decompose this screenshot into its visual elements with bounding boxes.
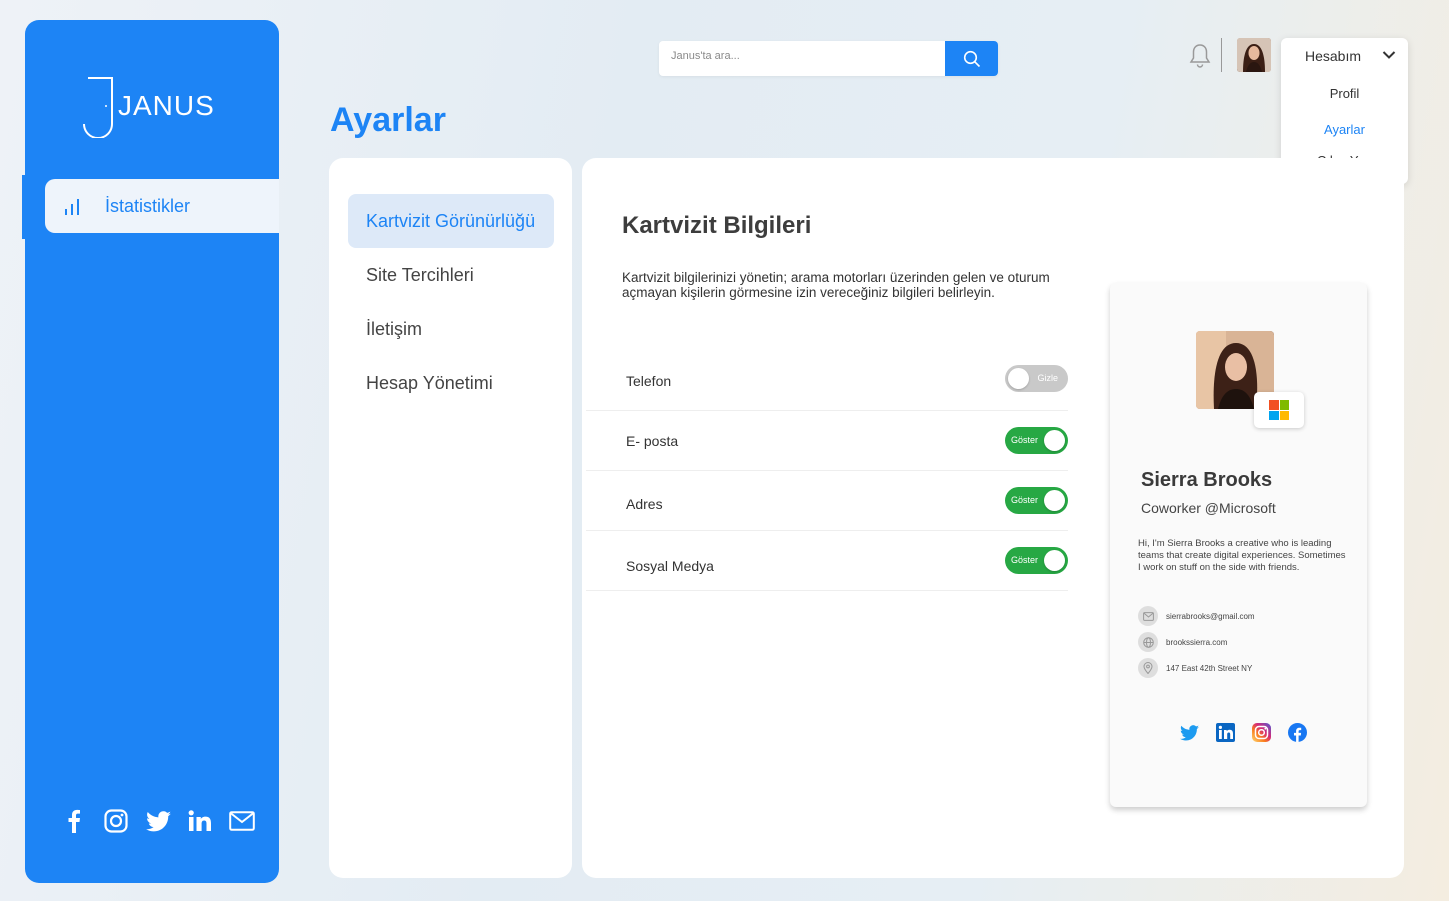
card-bio: Hi, I'm Sierra Brooks a creative who is … — [1138, 538, 1346, 573]
toggle-knob — [1044, 490, 1065, 511]
linkedin-icon[interactable] — [187, 808, 213, 834]
card-name: Sierra Brooks — [1141, 469, 1273, 491]
bar-chart-icon — [65, 197, 83, 215]
card-email-text: sierrabrooks@gmail.com — [1166, 611, 1255, 621]
toggle-text: Gizle — [1037, 373, 1058, 383]
settings-menu-hesap-yonetimi[interactable]: Hesap Yönetimi — [348, 356, 554, 410]
card-email: sierrabrooks@gmail.com — [1138, 606, 1255, 626]
janus-logo-mark-icon — [83, 77, 113, 139]
app-name: JANUS — [118, 90, 215, 121]
linkedin-icon[interactable] — [1216, 723, 1235, 742]
setting-row-telefon: Telefon Gizle — [586, 351, 1068, 411]
sidebar-item-label: İstatistikler — [105, 195, 191, 216]
mail-icon[interactable] — [229, 808, 255, 834]
sidebar-active-indicator — [22, 175, 26, 239]
toggle-knob — [1044, 430, 1065, 451]
card-socials — [1180, 723, 1307, 742]
avatar[interactable] — [1237, 38, 1271, 72]
search-input[interactable] — [671, 50, 931, 62]
location-pin-icon — [1138, 658, 1158, 678]
twitter-icon[interactable] — [1180, 723, 1199, 742]
setting-label: Adres — [626, 496, 663, 512]
sidebar-socials — [61, 808, 255, 834]
search-button[interactable] — [945, 41, 998, 76]
setting-row-eposta: E- posta Göster — [586, 411, 1068, 471]
sidebar: JANUS İstatistikler — [25, 20, 279, 883]
search-bar — [659, 41, 998, 76]
setting-label: Sosyal Medya — [626, 558, 714, 574]
toggle-knob — [1008, 368, 1029, 389]
mail-icon — [1138, 606, 1158, 626]
menu-item-ayarlar[interactable]: Ayarlar — [1281, 122, 1408, 137]
page-title: Ayarlar — [330, 101, 446, 139]
janus-logo[interactable]: JANUS — [82, 76, 222, 139]
card-website: brookssierra.com — [1138, 632, 1227, 652]
account-dropdown-toggle[interactable]: Hesabım — [1305, 48, 1361, 64]
twitter-icon[interactable] — [145, 808, 171, 834]
globe-icon — [1138, 632, 1158, 652]
settings-menu: Kartvizit Görünürlüğü Site Tercihleri İl… — [329, 158, 572, 878]
instagram-icon[interactable] — [103, 808, 129, 834]
card-role: Coworker @Microsoft — [1141, 500, 1276, 516]
visibility-toggle-adres[interactable]: Göster — [1005, 487, 1068, 514]
microsoft-logo-icon — [1254, 392, 1304, 428]
chevron-down-icon[interactable] — [1382, 50, 1396, 60]
card-website-text: brookssierra.com — [1166, 637, 1228, 647]
sidebar-item-istatistikler[interactable]: İstatistikler — [45, 179, 279, 233]
visibility-toggle-eposta[interactable]: Göster — [1005, 427, 1068, 454]
facebook-icon[interactable] — [1288, 723, 1307, 742]
header-divider — [1221, 38, 1222, 72]
section-description: Kartvizit bilgilerinizi yönetin; arama m… — [622, 270, 1050, 300]
search-icon — [963, 50, 980, 67]
instagram-icon[interactable] — [1252, 723, 1271, 742]
visibility-toggle-telefon[interactable]: Gizle — [1005, 365, 1068, 392]
toggle-text: Göster — [1011, 435, 1039, 445]
visibility-toggle-sosyal-medya[interactable]: Göster — [1005, 547, 1068, 574]
setting-label: Telefon — [626, 373, 672, 389]
settings-menu-site-tercihleri[interactable]: Site Tercihleri — [348, 248, 554, 302]
setting-row-sosyal-medya: Sosyal Medya Göster — [586, 531, 1068, 591]
settings-menu-kartvizit-gorunurlugu[interactable]: Kartvizit Görünürlüğü — [348, 194, 554, 248]
toggle-text: Göster — [1011, 495, 1039, 505]
notification-bell-icon[interactable] — [1188, 43, 1212, 69]
section-title: Kartvizit Bilgileri — [622, 212, 812, 239]
toggle-knob — [1044, 550, 1065, 571]
setting-label: E- posta — [626, 433, 679, 449]
facebook-icon[interactable] — [61, 808, 87, 834]
setting-row-adres: Adres Göster — [586, 471, 1068, 531]
card-address-text: 147 East 42th Street NY — [1166, 663, 1253, 673]
settings-menu-iletisim[interactable]: İletişim — [348, 302, 554, 356]
business-card-preview: Sierra Brooks Coworker @Microsoft Hi, I'… — [1110, 283, 1367, 807]
card-address: 147 East 42th Street NY — [1138, 658, 1252, 678]
menu-item-profil[interactable]: Profil — [1281, 86, 1408, 101]
toggle-text: Göster — [1011, 555, 1039, 565]
